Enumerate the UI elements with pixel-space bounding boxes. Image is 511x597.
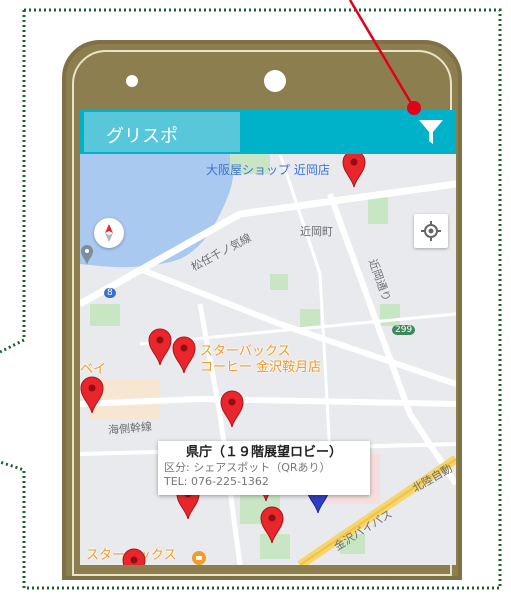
info-title: 県庁（１９階展望ロビー） xyxy=(185,445,342,460)
filter-icon[interactable] xyxy=(418,118,444,146)
map-pin[interactable] xyxy=(342,150,366,188)
gray-pin-icon xyxy=(81,245,93,265)
map-pin[interactable] xyxy=(220,390,244,428)
poi-starbucks-line1: スターバックス xyxy=(200,344,291,359)
info-category: 区分: シェアスポット（QRあり） xyxy=(164,461,331,474)
shop-label-osakaya: 大阪屋ショップ 近岡店 xyxy=(206,163,330,177)
speaker-dot xyxy=(126,75,138,87)
info-window[interactable]: 県庁（１９階展望ロビー） 区分: シェアスポット（QRあり） TEL: 076-… xyxy=(158,441,370,495)
info-tel: TEL: 076-225-1362 xyxy=(164,475,269,488)
route-8-badge: 8 xyxy=(104,288,116,298)
map-label-chikaoka: 近岡町 xyxy=(300,225,333,238)
my-location-button[interactable] xyxy=(414,214,448,248)
map-pin[interactable] xyxy=(172,336,196,374)
map-view[interactable]: 近岡町 松任千ノ気線 近岡通り 299 8 海側幹線 鞍月 北陸自動 金沢バイパ… xyxy=(80,150,456,565)
phone-screen: 近岡町 松任千ノ気線 近岡通り 299 8 海側幹線 鞍月 北陸自動 金沢バイパ… xyxy=(80,110,456,565)
map-pin[interactable] xyxy=(122,548,146,565)
app-title: グリスポ xyxy=(106,126,178,147)
route-299-badge: 299 xyxy=(392,325,416,335)
compass-icon xyxy=(105,224,113,242)
map-pin[interactable] xyxy=(80,376,104,414)
poi-starbucks-line2: コーヒー 金沢鞍月店 xyxy=(200,360,322,375)
starbucks-icon xyxy=(192,551,206,565)
camera-dot xyxy=(264,70,286,92)
crosshair-icon xyxy=(421,221,441,241)
title-box: グリスポ xyxy=(84,112,240,152)
map-pin[interactable] xyxy=(260,506,284,544)
app-bar: グリスポ xyxy=(80,110,456,154)
map-pin[interactable] xyxy=(148,328,172,366)
compass-button[interactable] xyxy=(94,218,124,248)
